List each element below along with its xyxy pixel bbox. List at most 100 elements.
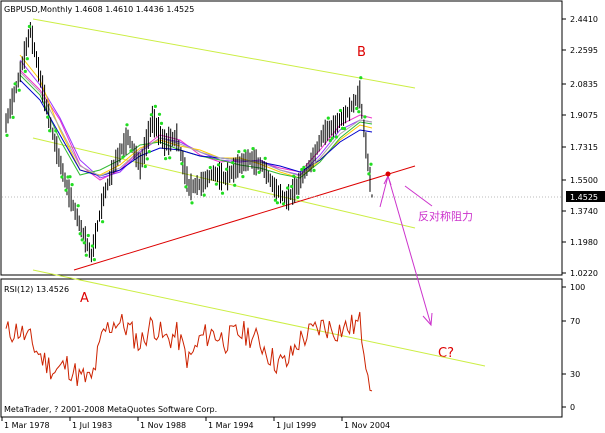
fractal-dot [25,57,29,61]
time-tick-label: 1 Jul 1983 [72,421,112,430]
fractal-dot [147,150,151,154]
fractal-dot [17,88,21,92]
fractal-dot [326,116,330,120]
trading-chart: 2.4410 2.2595 2.0835 1.9075 1.7315 1.550… [0,0,605,430]
fractal-dot [90,244,94,248]
fractal-dot [54,129,58,133]
fractal-dot [164,157,168,161]
time-axis-labels: 1 Mar 1978 1 Jul 1983 1 Nov 1988 1 Mar 1… [4,421,390,430]
time-tick-label: 1 Mar 1978 [4,421,50,430]
fractal-dot [145,157,149,161]
price-axis-labels: 2.4410 2.2595 2.0835 1.9075 1.7315 1.550… [570,15,598,278]
fractal-dot [129,149,133,153]
fractal-dot [5,133,9,137]
fractal-dot [202,193,206,197]
fractal-dot [342,126,347,131]
copyright-text: MetaTrader, ? 2001-2008 MetaQuotes Softw… [4,405,217,414]
fractal-dot [149,113,153,117]
price-tick-label: 2.4410 [570,15,598,24]
resistance-note: 反对称阻力 [418,209,473,223]
rsi-axis-labels: 100 70 30 0 [570,283,585,412]
rsi-label: RSI(12) 13.4526 [4,285,69,294]
fractal-dot [84,253,88,257]
fractal-dot [46,115,50,119]
rsi-tick-label: 70 [570,317,580,326]
fractal-dot [68,175,72,179]
time-tick-label: 1 Nov 1988 [140,421,186,430]
price-tick-label: 1.1980 [570,238,598,247]
fractal-dot [143,164,147,169]
fractal-dot [312,168,316,172]
price-tick-label: 1.5500 [570,176,598,185]
rsi-line [5,311,373,392]
fractal-dot [168,156,172,160]
reaction-point [385,171,391,177]
fractal-dot [70,183,74,187]
fractal-dot [225,167,229,171]
fractal-dot [241,175,245,179]
fractal-dot [251,147,255,151]
price-tick-label: 1.3740 [570,207,598,216]
fractal-dot [76,204,80,208]
fractal-dot [101,220,105,224]
fractal-dot [363,115,367,119]
time-tick-label: 1 Mar 1994 [208,421,254,430]
fractal-dot [216,163,221,167]
fractal-dot [357,110,361,114]
fractal-dot [275,201,279,205]
time-tick-label: 1 Nov 2004 [344,421,390,430]
rsi-tick-label: 100 [570,283,585,292]
price-tick-label: 1.9075 [570,111,598,120]
fractal-dot [153,104,157,108]
fractal-dot [80,238,84,242]
projection-arrows [379,174,433,327]
fractal-dot [369,162,373,166]
moving-average-ribbon [19,54,373,181]
fractal-dot [263,156,267,160]
fractal-dot [157,112,162,116]
fractal-dot [125,123,129,127]
fractal-dot [11,115,15,119]
fractal-dot [78,232,82,236]
fractal-dot [281,202,286,206]
fractal-dot [237,150,241,154]
fractal-dot [257,170,261,174]
fractal-dot [355,106,359,111]
fractal-dot [121,155,125,159]
fractal-dot [359,76,363,80]
fractal-dot [214,182,218,186]
fractal-dot [338,108,343,113]
fractal-dot [330,136,334,140]
fractal-dot [208,165,212,170]
fractal-dot [292,174,296,178]
fractal-dot [13,82,17,86]
point-a-label: A [80,291,89,306]
rsi-tick-label: 0 [570,403,575,412]
fractal-dot [27,24,31,29]
price-tick-label: 1.0220 [570,269,598,278]
time-tick-label: 1 Jul 1999 [276,421,316,430]
fractal-dot [233,183,237,187]
fractal-dot [302,165,306,169]
rsi-trendline [32,269,486,367]
fractal-dot [334,135,338,139]
fractal-dot [23,69,27,73]
current-price-label: 1.4525 [570,193,598,202]
fractal-dot [273,198,277,202]
fractal-dot [190,201,194,205]
fractal-dot [184,185,188,189]
price-tick-label: 1.7315 [570,143,598,152]
fractal-dot [82,241,86,245]
point-b-label: B [357,45,366,60]
rsi-tick-label: 30 [570,370,580,379]
fractal-dot [64,188,68,192]
fractal-dot [367,172,371,176]
fractal-dot [220,191,225,195]
fractal-dot [48,129,52,133]
rsi-axis [562,286,566,408]
price-tick-label: 2.0835 [570,80,598,89]
fractal-dot [60,175,64,179]
fractal-dot [290,184,294,189]
price-axis [562,18,566,274]
fractal-dot [159,121,164,125]
